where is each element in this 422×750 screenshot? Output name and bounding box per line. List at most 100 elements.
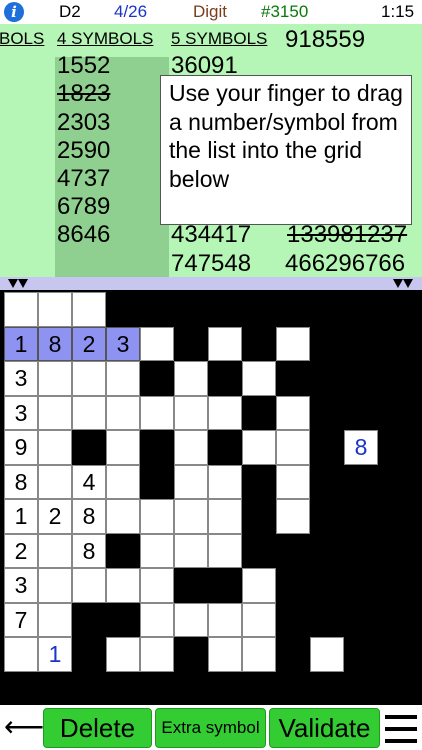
grid-cell[interactable] [276,395,310,430]
grid-cell[interactable] [106,499,140,534]
grid-cell[interactable] [140,568,174,603]
grid-cell[interactable]: 1 [4,326,38,361]
grid-cell[interactable] [174,395,208,430]
menu-icon[interactable] [385,715,417,743]
grid-cell[interactable] [72,361,106,396]
back-arrow-icon[interactable]: ⟵ [4,711,44,743]
grid-cell[interactable] [38,568,72,603]
instruction-tooltip: Use your finger to drag a number/symbol … [160,75,412,225]
grid-cell[interactable] [140,533,174,568]
grid-cell[interactable] [242,602,276,637]
puzzle-id: #3150 [261,2,309,21]
list-header-5-symbols[interactable]: 5 SYMBOLS [171,29,267,49]
grid-cell[interactable]: 3 [4,361,38,396]
list-header-3-symbols[interactable]: BOLS [0,29,44,49]
grid-cell[interactable] [208,637,242,672]
grid-cell[interactable] [242,430,276,465]
list-word-used[interactable]: 1823 [57,80,110,108]
grid-cell[interactable] [140,326,174,361]
grid-cell[interactable] [38,464,72,499]
grid-cell[interactable] [106,361,140,396]
list-word[interactable]: 8646 [57,221,110,249]
grid-cell[interactable]: 8 [38,326,72,361]
list-word[interactable]: 2303 [57,109,110,137]
grid-cell[interactable] [38,430,72,465]
cell-digit: 3 [14,572,28,598]
grid-cell[interactable] [72,292,106,327]
grid-cell[interactable]: 9 [4,430,38,465]
grid-cell[interactable] [106,568,140,603]
word-list-panel[interactable]: BOLS 4 SYMBOLS 5 SYMBOLS 1552 1823 2303 … [0,24,422,277]
grid-cell[interactable] [208,326,242,361]
grid-cell[interactable] [140,602,174,637]
grid-cell[interactable]: 4 [72,464,106,499]
validate-button[interactable]: Validate [269,708,380,748]
grid-cell[interactable] [174,361,208,396]
grid-cell[interactable]: 8 [72,499,106,534]
grid-cell[interactable] [208,533,242,568]
list-word[interactable]: 2590 [57,137,110,165]
grid-cell[interactable] [208,395,242,430]
grid-cell[interactable] [174,430,208,465]
delete-button[interactable]: Delete [43,708,152,748]
grid-cell[interactable] [174,464,208,499]
grid-cell[interactable] [276,499,310,534]
grid-cell[interactable] [140,499,174,534]
grid-cell[interactable]: 8 [4,464,38,499]
grid-cell[interactable] [72,568,106,603]
grid-cell[interactable] [310,637,344,672]
grid-cell[interactable] [208,602,242,637]
grid-cell[interactable] [106,430,140,465]
grid-cell[interactable] [242,361,276,396]
extra-symbol-button[interactable]: Extra symbol [155,708,266,748]
grid-cell[interactable]: 8 [72,533,106,568]
grid-cell[interactable]: 7 [4,602,38,637]
grid-cell[interactable] [106,464,140,499]
grid-cell[interactable] [106,395,140,430]
grid-cell[interactable] [276,464,310,499]
grid-cell[interactable] [140,395,174,430]
grid-cell[interactable] [174,533,208,568]
list-word[interactable]: 434417 [171,221,251,249]
grid-cell[interactable] [38,292,72,327]
grid-cell[interactable] [106,637,140,672]
list-word[interactable]: 918559 [285,26,365,54]
grid-cell[interactable]: 1 [4,499,38,534]
panel-divider[interactable] [0,277,422,290]
puzzle-grid[interactable]: 182333988412828371 [0,290,422,703]
list-word[interactable]: 1552 [57,52,110,80]
grid-cell[interactable]: 2 [38,499,72,534]
divider-arrow-icon [403,279,413,288]
grid-cell[interactable] [38,533,72,568]
grid-cell[interactable] [208,499,242,534]
grid-cell[interactable] [38,361,72,396]
grid-cell[interactable] [276,430,310,465]
grid-cell[interactable] [174,602,208,637]
list-word[interactable]: 4737 [57,165,110,193]
grid-cell[interactable] [72,395,106,430]
grid-cell[interactable] [38,602,72,637]
grid-cell[interactable] [242,637,276,672]
grid-cell[interactable] [242,568,276,603]
list-word-used[interactable]: 133981237 [287,221,407,249]
grid-cell[interactable] [38,395,72,430]
game-label: Digit [193,2,228,21]
grid-cell[interactable]: 2 [72,326,106,361]
grid-cell[interactable]: 1 [38,637,72,672]
grid-cell[interactable]: 3 [106,326,140,361]
grid-cell[interactable]: 2 [4,533,38,568]
grid-cell[interactable]: 3 [4,395,38,430]
grid-cell[interactable] [4,292,38,327]
grid-cell[interactable] [276,326,310,361]
grid-cell[interactable] [4,637,38,672]
list-header-4-symbols[interactable]: 4 SYMBOLS [57,29,153,49]
grid-cell[interactable]: 8 [344,430,378,465]
grid-cell[interactable] [140,637,174,672]
grid-cell[interactable] [208,464,242,499]
grid-cell[interactable] [174,499,208,534]
list-word[interactable]: 747548 [171,250,251,277]
list-word[interactable]: 466296766 [285,250,405,277]
grid-cell[interactable]: 3 [4,568,38,603]
info-icon[interactable]: i [4,2,24,22]
list-word[interactable]: 6789 [57,193,110,221]
